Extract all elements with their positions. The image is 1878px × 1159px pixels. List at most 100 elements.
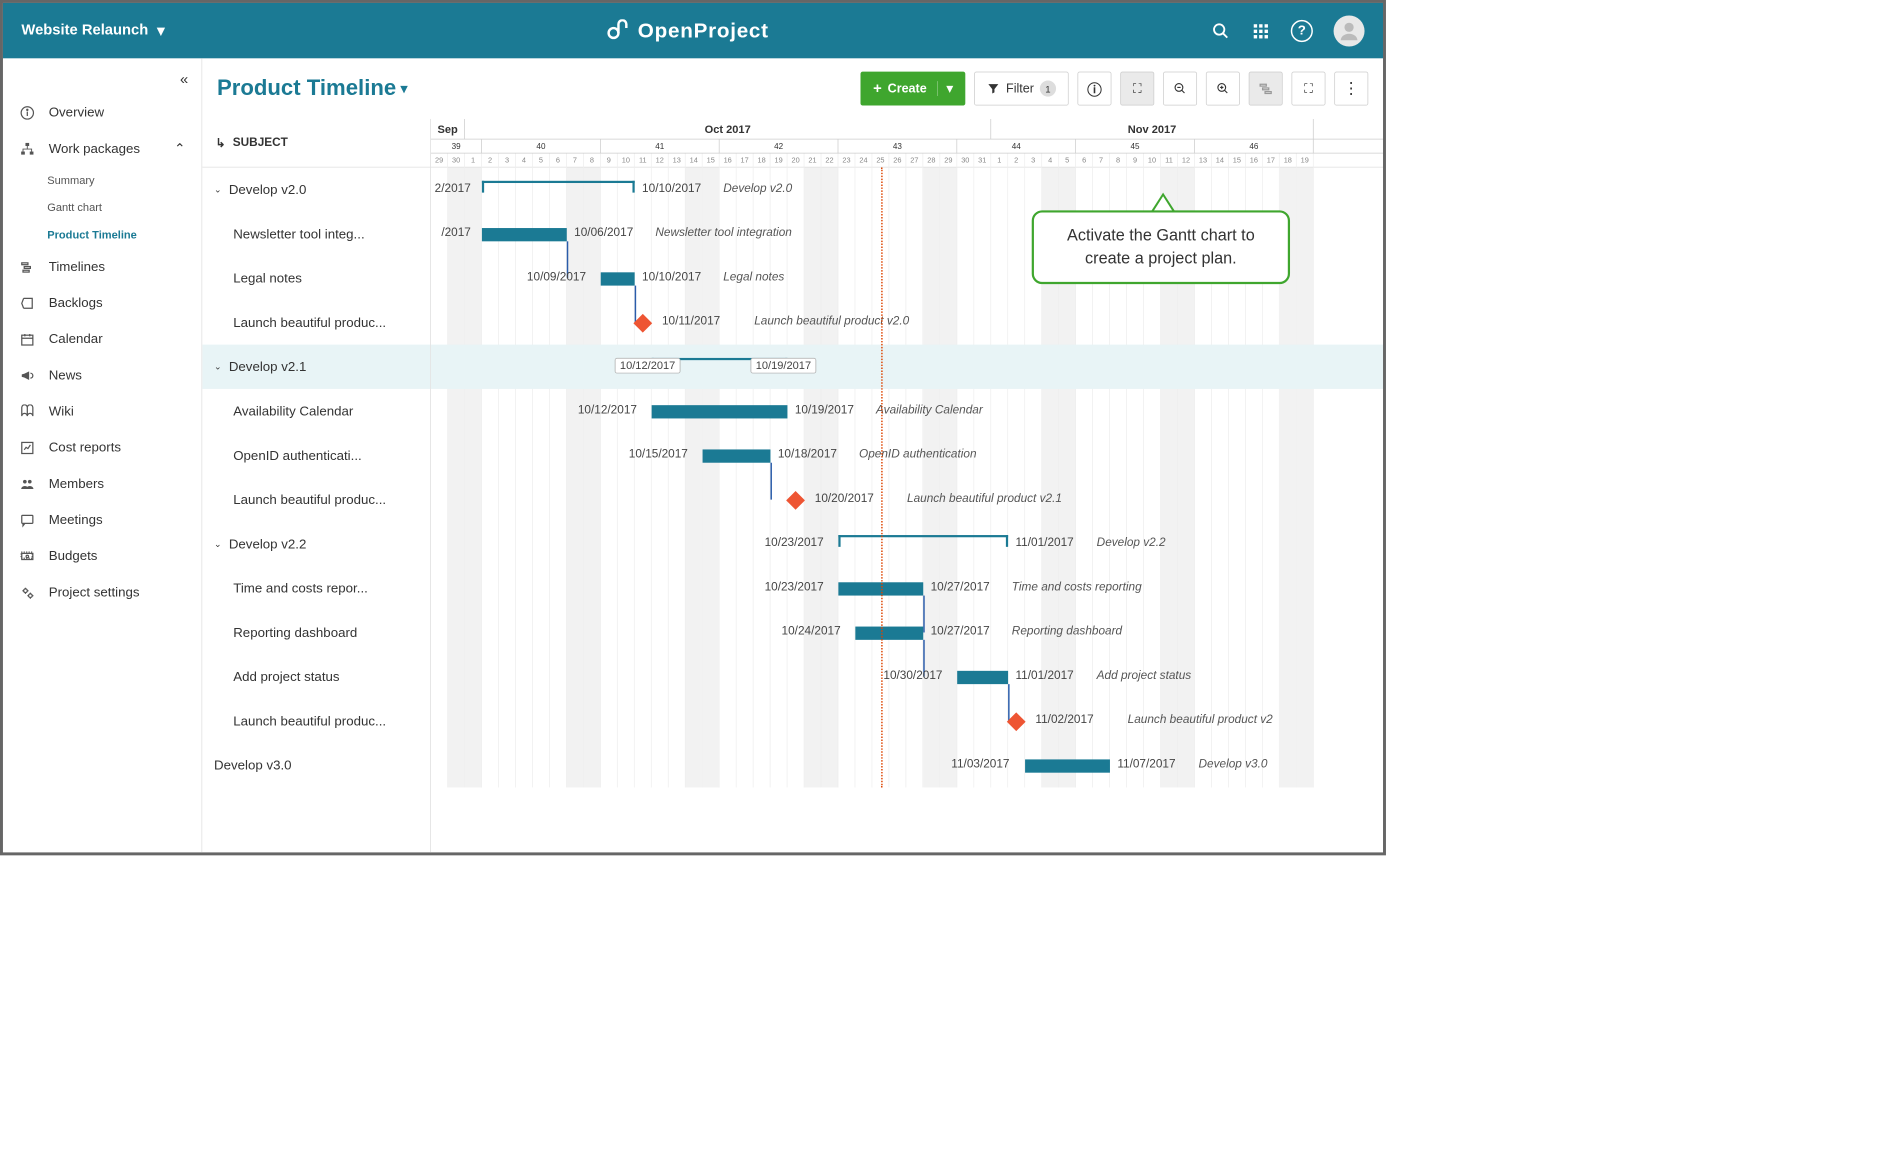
gantt-row[interactable]: 11/02/2017Launch beautiful product v2 (431, 699, 1383, 743)
dependency-line (923, 596, 924, 633)
chat-icon (19, 513, 35, 528)
info-button[interactable]: ⓘ (1077, 72, 1111, 106)
chevron-down-icon: ⌄ (214, 185, 221, 195)
fullscreen-button[interactable]: ⛶ (1292, 72, 1326, 106)
task-row[interactable]: Add project status (202, 655, 430, 699)
sidebar-item-cost-reports[interactable]: Cost reports (3, 430, 202, 466)
sidebar-subitem-product-timeline[interactable]: Product Timeline (47, 221, 201, 248)
sidebar-item-overview[interactable]: Overview (3, 94, 202, 130)
gantt-row[interactable]: 10/12/201710/19/2017 (431, 345, 1383, 389)
gantt-row[interactable]: 11/03/201711/07/2017Develop v3.0 (431, 743, 1383, 787)
help-icon[interactable]: ? (1291, 20, 1313, 42)
gantt-row[interactable]: 2/201710/10/2017Develop v2.0 (431, 168, 1383, 212)
sidebar-item-news[interactable]: News (3, 357, 202, 393)
gantt-row[interactable]: 10/20/2017Launch beautiful product v2.1 (431, 477, 1383, 521)
sidebar-subitem-summary[interactable]: Summary (47, 167, 201, 194)
logo[interactable]: OpenProject (165, 19, 1212, 43)
zoom-fit-button[interactable]: ⛶ (1120, 72, 1154, 106)
chevron-down-icon: ⌄ (214, 539, 221, 549)
gantt-row[interactable]: 10/23/201710/27/2017Time and costs repor… (431, 566, 1383, 610)
chart-icon (19, 440, 35, 455)
task-row[interactable]: Launch beautiful produc... (202, 477, 430, 521)
sidebar-item-timelines[interactable]: Timelines (3, 249, 202, 285)
create-button[interactable]: + Create ▾ (861, 72, 966, 106)
book-icon (19, 404, 35, 419)
task-row[interactable]: Launch beautiful produc... (202, 699, 430, 743)
task-row[interactable]: OpenID authenticati... (202, 433, 430, 477)
zoom-out-button[interactable] (1163, 72, 1197, 106)
gantt-group[interactable] (838, 535, 1008, 545)
gantt-bar[interactable] (652, 405, 788, 418)
sidebar-item-meetings[interactable]: Meetings (3, 502, 202, 538)
end-date: 10/27/2017 (931, 581, 990, 594)
modules-icon[interactable] (1251, 21, 1270, 40)
task-row[interactable]: Newsletter tool integ... (202, 212, 430, 256)
gantt-bar[interactable] (855, 627, 923, 640)
gantt-row[interactable]: 10/12/201710/19/2017Availability Calenda… (431, 389, 1383, 433)
gantt-bar[interactable] (601, 272, 635, 285)
task-row[interactable]: ⌄Develop v2.1 (202, 345, 430, 389)
gantt-milestone[interactable] (786, 491, 805, 510)
more-menu-button[interactable]: ⋮ (1334, 72, 1368, 106)
sidebar-item-budgets[interactable]: Budgets (3, 538, 202, 574)
gantt-group[interactable] (482, 181, 635, 191)
day-label: 13 (669, 154, 686, 168)
sidebar-item-members[interactable]: Members (3, 466, 202, 502)
sidebar-subitem-gantt-chart[interactable]: Gantt chart (47, 194, 201, 221)
start-date: 10/15/2017 (629, 448, 688, 461)
page-title[interactable]: Product Timeline ▾ (217, 76, 407, 101)
task-row[interactable]: Develop v3.0 (202, 743, 430, 787)
day-label: 29 (940, 154, 957, 168)
sidebar-item-backlogs[interactable]: Backlogs (3, 285, 202, 321)
day-label: 17 (1263, 154, 1280, 168)
zoom-in-button[interactable] (1206, 72, 1240, 106)
task-name: Legal notes (723, 271, 784, 284)
collapse-sidebar-icon[interactable]: « (180, 72, 188, 89)
day-label: 23 (838, 154, 855, 168)
gantt-row[interactable]: 10/11/2017Launch beautiful product v2.0 (431, 300, 1383, 344)
gantt-milestone[interactable] (1007, 712, 1026, 731)
gantt-row[interactable]: 10/30/201711/01/2017Add project status (431, 655, 1383, 699)
gantt-bar[interactable] (957, 671, 1008, 684)
plus-icon: + (873, 80, 882, 97)
start-date: /2017 (441, 227, 471, 240)
task-row[interactable]: Launch beautiful produc... (202, 300, 430, 344)
gantt-row[interactable]: 10/23/201711/01/2017Develop v2.2 (431, 522, 1383, 566)
zoom-in-icon (1216, 82, 1229, 95)
task-row[interactable]: Time and costs repor... (202, 566, 430, 610)
start-date: 11/03/2017 (951, 758, 1009, 771)
gantt-row[interactable]: 10/24/201710/27/2017Reporting dashboard (431, 610, 1383, 654)
end-date: 11/01/2017 (1015, 669, 1073, 682)
end-date: 10/27/2017 (931, 625, 990, 638)
user-avatar[interactable] (1334, 15, 1365, 46)
day-label: 4 (1042, 154, 1059, 168)
task-name: Add project status (1097, 669, 1192, 682)
sidebar-item-project-settings[interactable]: Project settings (3, 574, 202, 610)
gantt-toggle-button[interactable] (1249, 72, 1283, 106)
day-label: 15 (1229, 154, 1246, 168)
month-label: Oct 2017 (465, 119, 991, 140)
gantt-chart[interactable]: SepOct 2017Nov 2017394041424344454629301… (431, 119, 1383, 853)
sidebar-item-wiki[interactable]: Wiki (3, 393, 202, 429)
dependency-line (770, 463, 771, 500)
subject-header[interactable]: ↳ SUBJECT (202, 119, 430, 168)
gantt-bar[interactable] (1025, 759, 1110, 772)
sidebar-item-work-packages[interactable]: Work packages⌃ (3, 131, 202, 167)
day-label: 13 (1195, 154, 1212, 168)
project-selector[interactable]: Website Relaunch ▾ (21, 21, 164, 39)
filter-button[interactable]: Filter 1 (974, 72, 1068, 106)
task-row[interactable]: Reporting dashboard (202, 610, 430, 654)
gantt-row[interactable]: 10/15/201710/18/2017OpenID authenticatio… (431, 433, 1383, 477)
task-row[interactable]: ⌄Develop v2.0 (202, 168, 430, 212)
task-row[interactable]: ⌄Develop v2.2 (202, 522, 430, 566)
sidebar-item-calendar[interactable]: Calendar (3, 321, 202, 357)
week-label: 43 (838, 139, 957, 153)
search-icon[interactable] (1211, 21, 1230, 40)
gantt-bar[interactable] (482, 228, 567, 241)
task-row[interactable]: Availability Calendar (202, 389, 430, 433)
gantt-bar[interactable] (703, 449, 771, 462)
task-name: Develop v3.0 (1199, 758, 1268, 771)
gantt-milestone[interactable] (633, 314, 652, 333)
today-line (881, 168, 882, 788)
task-row[interactable]: Legal notes (202, 256, 430, 300)
